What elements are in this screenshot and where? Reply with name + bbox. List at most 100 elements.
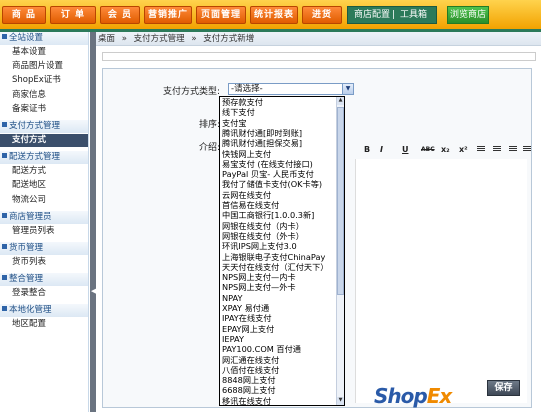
sidebar-group-header[interactable]: 货币管理 <box>0 242 88 255</box>
dropdown-option[interactable]: NPAY <box>222 293 243 303</box>
sidebar-group-header[interactable]: 配送方式管理 <box>0 151 88 165</box>
sort-label: 排序: <box>198 120 220 130</box>
dropdown-option[interactable]: 云网在线支付 <box>222 190 271 200</box>
select-value: -请选择- <box>231 84 263 94</box>
sidebar-item[interactable]: 管理员列表 <box>0 225 88 238</box>
ordered-list-icon[interactable] <box>477 145 485 153</box>
dropdown-option[interactable]: EPAY网上支付 <box>222 324 274 334</box>
payment-type-label: 支付方式类型: <box>162 87 220 97</box>
shopex-logo: ShopEx <box>370 384 480 410</box>
italic-button[interactable]: I <box>380 145 383 154</box>
sidebar-group-title: 支付方式管理 <box>9 121 61 131</box>
dropdown-option[interactable]: 上海银联电子支付ChinaPay <box>222 252 325 262</box>
sidebar-item[interactable]: 备案证书 <box>0 103 88 116</box>
sidebar-group-title: 整合管理 <box>9 274 44 285</box>
square-bullet-icon <box>2 306 7 312</box>
sidebar-group-title: 本地化管理 <box>9 305 52 316</box>
nav-store-config[interactable]: 商店配置 <box>354 7 390 23</box>
scroll-thumb[interactable] <box>337 107 344 295</box>
sidebar-item[interactable]: 登录整合 <box>0 287 88 300</box>
dropdown-option[interactable]: 支付宝 <box>222 118 247 128</box>
sidebar-item[interactable]: 配送地区 <box>0 179 88 192</box>
sidebar-group-title: 配送方式管理 <box>9 152 61 163</box>
nav-tab-marketing[interactable]: 营销推广 <box>144 6 192 24</box>
dropdown-option[interactable]: 首信易在线支付 <box>222 201 279 210</box>
intro-editor-area[interactable] <box>355 159 527 403</box>
outdent-icon[interactable] <box>509 145 517 153</box>
dropdown-option[interactable]: IEPAY <box>222 334 244 344</box>
dropdown-option[interactable]: 腾讯财付通[担保交易] <box>222 139 302 148</box>
dropdown-option[interactable]: NPS网上支付—内卡 <box>222 273 296 282</box>
sidebar-group-header[interactable]: 商店管理员 <box>0 210 88 224</box>
dropdown-option[interactable]: 环讯IPS网上支付3.0 <box>222 242 297 251</box>
nav-separator: | <box>392 10 396 20</box>
dropdown-option[interactable]: 移讯在线支付 <box>222 396 271 405</box>
unordered-list-icon[interactable] <box>493 145 501 153</box>
sidebar-item[interactable]: 商品图片设置 <box>0 60 88 73</box>
nav-tab-members[interactable]: 会 员 <box>100 6 140 24</box>
breadcrumb-sep: » <box>191 34 197 44</box>
sidebar-item[interactable]: ShopEx证书 <box>0 74 88 87</box>
indent-icon[interactable] <box>523 145 531 153</box>
square-bullet-icon <box>2 275 7 281</box>
dropdown-option[interactable]: 线下支付 <box>222 108 255 117</box>
breadcrumb-desktop[interactable]: 桌面 <box>98 34 115 44</box>
sidebar-item[interactable]: 地区配置 <box>0 318 88 331</box>
save-button[interactable]: 保存 <box>487 380 520 396</box>
payment-type-select[interactable]: -请选择- ▼ <box>228 83 354 95</box>
dropdown-option[interactable]: 我付了储值卡支付(OK卡等) <box>222 180 322 189</box>
strikethrough-button[interactable]: ABC <box>421 146 435 153</box>
dropdown-option[interactable]: IPAY在线支付 <box>222 314 272 323</box>
underline-button[interactable]: U <box>402 145 409 154</box>
dropdown-option[interactable]: 预存款支付 <box>222 98 263 107</box>
chevron-down-icon[interactable]: ▼ <box>342 84 353 94</box>
nav-tab-reports[interactable]: 统计报表 <box>250 6 298 24</box>
sidebar-group-title: 货币管理 <box>9 243 44 253</box>
browse-store-button[interactable]: 浏览商店 <box>447 6 489 24</box>
dropdown-option[interactable]: PayPal 贝宝- 人民币支付 <box>222 170 314 179</box>
dropdown-option[interactable]: 易宝支付 (在线支付接口) <box>222 159 313 169</box>
dropdown-option[interactable]: 网汇通在线支付 <box>222 355 279 365</box>
nav-tab-pages[interactable]: 页面管理 <box>196 6 246 24</box>
dropdown-option[interactable]: 腾讯财付通[即时到账] <box>222 128 302 138</box>
square-bullet-icon <box>2 34 7 39</box>
scroll-down-icon[interactable]: ▼ <box>337 397 344 405</box>
sidebar-group-header[interactable]: 整合管理 <box>0 273 88 287</box>
sidebar-item[interactable]: 物流公司 <box>0 194 88 207</box>
top-navigation: 商 品 订 单 会 员 营销推广 页面管理 统计报表 进货 商店配置 | 工具箱… <box>0 0 541 30</box>
dropdown-option[interactable]: 快钱网上支付 <box>222 149 271 159</box>
dropdown-option[interactable]: XPAY 易付通 <box>222 304 269 313</box>
nav-tab-products[interactable]: 商 品 <box>2 6 46 24</box>
breadcrumb-payment-mgmt[interactable]: 支付方式管理 <box>134 34 185 44</box>
nav-toolbox[interactable]: 工具箱 <box>400 7 427 23</box>
subscript-button[interactable]: x₂ <box>441 145 450 154</box>
dropdown-option[interactable]: 网银在线支付（内卡） <box>222 221 304 231</box>
nav-tab-orders[interactable]: 订 单 <box>50 6 96 24</box>
sidebar-item[interactable]: 配送方式 <box>0 165 88 178</box>
scroll-up-icon[interactable]: ▲ <box>337 97 344 105</box>
payment-type-dropdown[interactable]: ▲ ▼ 预存款支付 线下支付 支付宝 腾讯财付通[即时到账] 腾讯财付通[担保交易] 快钱… <box>219 96 345 406</box>
dropdown-scrollbar[interactable]: ▲ ▼ <box>336 97 344 405</box>
sidebar-group-header[interactable]: 全站设置 <box>0 32 88 45</box>
bold-button[interactable]: B <box>364 145 370 154</box>
dropdown-option[interactable]: PAY100.COM 百付通 <box>222 345 301 354</box>
intro-label: 介绍: <box>198 143 220 153</box>
dropdown-option[interactable]: 中国工商银行[1.0.0.3新] <box>222 211 314 220</box>
sidebar-group-header[interactable]: 支付方式管理 <box>0 120 88 133</box>
dropdown-option[interactable]: 6688网上支付 <box>222 386 276 395</box>
sidebar-item[interactable]: 货币列表 <box>0 256 88 269</box>
square-bullet-icon <box>2 244 7 249</box>
dropdown-option[interactable]: NPS网上支付—外卡 <box>222 283 296 292</box>
sidebar-group-header[interactable]: 本地化管理 <box>0 304 88 318</box>
nav-tab-purchasing[interactable]: 进货 <box>302 6 342 24</box>
dropdown-option[interactable]: 天天付在线支付（汇付天下） <box>222 262 328 272</box>
dropdown-option[interactable]: 网银在线支付（外卡） <box>222 231 304 241</box>
superscript-button[interactable]: x² <box>459 145 468 154</box>
sidebar-item[interactable]: 支付方式 <box>0 134 88 147</box>
sidebar-item[interactable]: 基本设置 <box>0 46 88 59</box>
editor-toolbar: B I U ABC x₂ x² <box>355 143 531 157</box>
sidebar-item[interactable]: 商家信息 <box>0 89 88 102</box>
breadcrumb-current: 支付方式新增 <box>203 34 255 44</box>
dropdown-option[interactable]: 8848网上支付 <box>222 376 276 385</box>
dropdown-option[interactable]: 八佰付在线支付 <box>222 365 279 375</box>
